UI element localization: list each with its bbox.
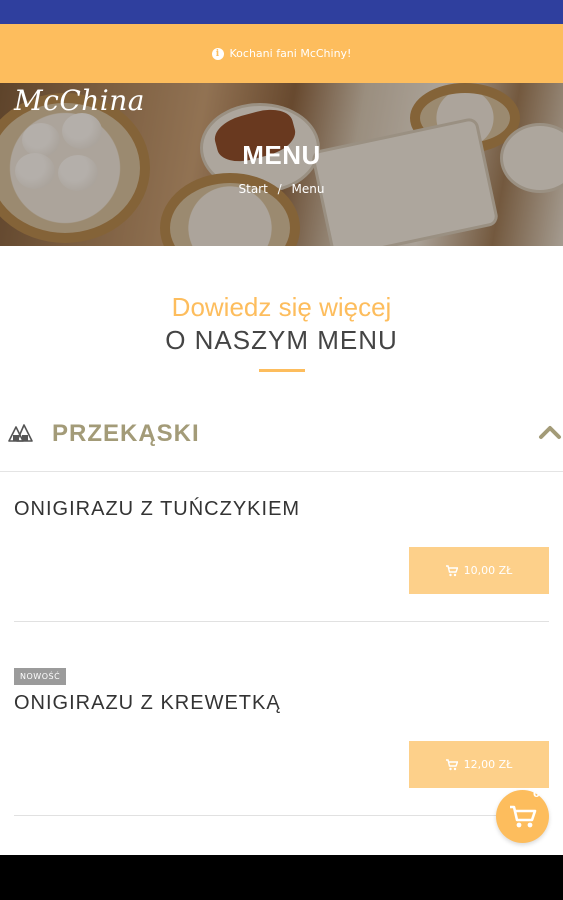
cart-icon [445, 564, 458, 576]
category-label: PRZEKĄSKI [52, 420, 200, 447]
menu-item-name: ONIGIRAZU Z TUŃCZYKIEM [14, 498, 301, 520]
category-header[interactable]: PRZEKĄSKI [0, 396, 563, 472]
menu-item: NOWOŚĆ ONIGIRAZU Z KREWETKĄ 12,00 ZŁ [14, 622, 549, 817]
menu-item: ONIGIRAZU Z TUŃCZYKIEM 10,00 ZŁ [14, 472, 549, 622]
notice-text: Kochani fani McChiny! [229, 47, 352, 60]
system-nav-bar [0, 855, 563, 900]
breadcrumb: Start / Menu [0, 182, 563, 196]
info-icon: i [211, 47, 224, 60]
notice-bar: i Kochani fani McChiny! [0, 24, 563, 83]
price-label: 10,00 ZŁ [463, 564, 513, 577]
cart-count-badge: 0 [533, 789, 540, 800]
breadcrumb-separator: / [277, 182, 282, 196]
chevron-up-icon[interactable] [538, 424, 562, 440]
cart-icon [509, 805, 536, 827]
breadcrumb-current: Menu [291, 182, 325, 196]
breadcrumb-start-link[interactable]: Start [239, 182, 268, 196]
price-label: 12,00 ZŁ [463, 758, 513, 771]
add-to-cart-button[interactable]: 10,00 ZŁ [409, 547, 549, 594]
new-badge: NOWOŚĆ [14, 668, 67, 685]
brand-logo[interactable]: McChina [14, 84, 145, 117]
cart-icon [445, 758, 458, 770]
cart-button[interactable] [496, 790, 549, 843]
menu-item-name: ONIGIRAZU Z KREWETKĄ [14, 692, 281, 714]
divider [14, 815, 549, 816]
status-bar [0, 0, 563, 24]
section-subtitle: Dowiedz się więcej [171, 292, 392, 322]
page-title: MENU [242, 140, 321, 170]
onigiri-icon [8, 424, 33, 442]
section-title: O NASZYM MENU [165, 325, 398, 355]
add-to-cart-button[interactable]: 12,00 ZŁ [409, 741, 549, 788]
title-underline [259, 369, 305, 372]
